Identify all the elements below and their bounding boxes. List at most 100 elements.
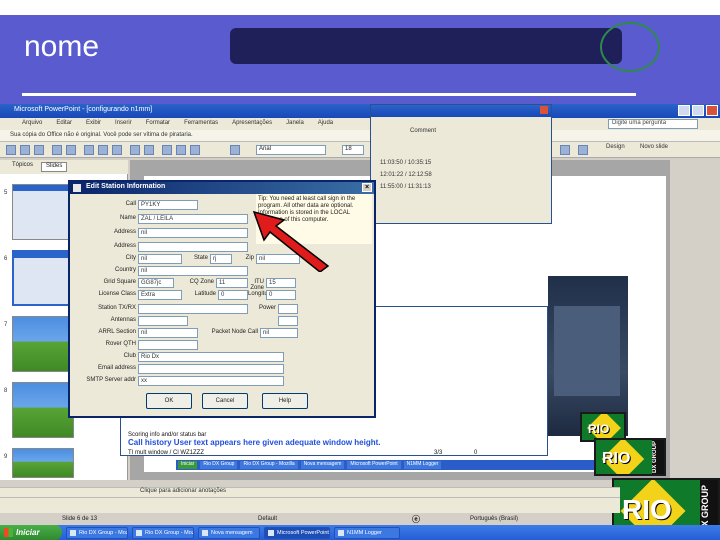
menu-item-ferramentas[interactable]: Ferramentas	[184, 120, 218, 128]
call-field[interactable]: PY1KY	[138, 200, 198, 210]
copy-icon[interactable]	[98, 145, 108, 155]
photo-inner	[554, 306, 620, 396]
taskbar-item[interactable]: N1MM Logger	[334, 526, 400, 539]
cq-zone-field[interactable]: 11	[216, 278, 248, 288]
inner-task-item: N1MM Logger	[403, 461, 442, 469]
license-class-label: License Class	[98, 291, 136, 297]
design-button[interactable]: Design	[606, 144, 625, 150]
rover-qth-field[interactable]	[138, 340, 198, 350]
slide-thumbnail[interactable]	[12, 382, 74, 438]
open-icon[interactable]	[20, 145, 30, 155]
antennas-field[interactable]	[138, 316, 188, 326]
zoom-icon[interactable]	[190, 145, 200, 155]
logo-word: RIO	[622, 494, 672, 525]
paste-icon[interactable]	[112, 145, 122, 155]
menu-item-apresentacoes[interactable]: Apresentações	[232, 120, 272, 128]
ppt-titlebar: Microsoft PowerPoint - [configurando n1m…	[0, 104, 720, 118]
chart-icon[interactable]	[162, 145, 172, 155]
cut-icon[interactable]	[84, 145, 94, 155]
new-slide-button[interactable]: Novo slide	[640, 144, 668, 150]
close-icon[interactable]	[540, 106, 548, 114]
menu-item-inserir[interactable]: Inserir	[115, 120, 132, 128]
windows-taskbar: Iniciar Rio DX Group - Mozilla Rio DX Gr…	[0, 525, 720, 540]
country-field[interactable]: nil	[138, 266, 248, 276]
tab-outline[interactable]: Tópicos	[8, 162, 37, 172]
menu-item-editar[interactable]: Editar	[56, 120, 72, 128]
font-size-select[interactable]: 18	[342, 145, 364, 155]
tab-slides[interactable]: Slides	[41, 162, 68, 172]
arrow-shape	[252, 210, 330, 272]
taskbar-item[interactable]: Nova mensagem	[198, 526, 260, 539]
power-extra-field[interactable]	[278, 316, 298, 326]
logo-side-text: DX GROUP	[652, 440, 664, 474]
close-icon[interactable]: ×	[362, 183, 372, 192]
station-field[interactable]	[138, 304, 248, 314]
slide-thumbnail[interactable]	[12, 184, 74, 240]
ppt-window-title: Microsoft PowerPoint - [configurando n1m…	[14, 106, 153, 113]
title-top-rule	[0, 13, 720, 15]
help-icon[interactable]	[230, 145, 240, 155]
comment-label: Comment	[410, 128, 437, 134]
address1-field[interactable]: nil	[138, 228, 248, 238]
notes-placeholder[interactable]: Clique para adicionar anotações	[140, 488, 226, 494]
station-label: Station TX/RX	[98, 305, 136, 311]
start-button[interactable]: Iniciar	[0, 525, 62, 540]
menu-item-arquivo[interactable]: Arquivo	[22, 120, 42, 128]
cancel-button[interactable]: Cancel	[202, 393, 248, 409]
print-icon[interactable]	[52, 145, 62, 155]
background-window-titlebar	[371, 105, 551, 117]
logo-word: RIO	[588, 422, 610, 436]
arrl-section-field[interactable]: nil	[138, 328, 198, 338]
power-field[interactable]	[278, 304, 298, 314]
table-icon[interactable]	[176, 145, 186, 155]
save-icon[interactable]	[34, 145, 44, 155]
email-field[interactable]	[138, 364, 284, 374]
thumb-number: 5	[4, 190, 8, 196]
green-circle-shape	[600, 22, 660, 72]
taskbar-item[interactable]: Rio DX Group - Mozilla	[66, 526, 128, 539]
inner-task-item: Microsoft PowerPoint	[347, 461, 401, 469]
smtp-field[interactable]: xx	[138, 376, 284, 386]
longitude-field[interactable]: 0	[266, 290, 296, 300]
preview-icon[interactable]	[66, 145, 76, 155]
slide-thumbnail[interactable]	[12, 448, 74, 478]
status-slide-count: Slide 6 de 13	[62, 516, 98, 522]
club-field[interactable]: Rio Dx	[138, 352, 284, 362]
menu-item-ajuda[interactable]: Ajuda	[318, 120, 333, 128]
itu-zone-field[interactable]: 15	[266, 278, 296, 288]
format-icon[interactable]	[578, 145, 588, 155]
call-history-text: Call history User text appears here give…	[128, 438, 381, 447]
state-field[interactable]: rj	[210, 254, 232, 264]
name-field[interactable]: ZAL / LEILA	[138, 214, 248, 224]
redo-icon[interactable]	[144, 145, 154, 155]
help-button[interactable]: Help	[262, 393, 308, 409]
drawing-toolbar	[0, 497, 620, 513]
license-class-field[interactable]: Extra	[138, 290, 182, 300]
logo-word: RIO	[602, 450, 631, 467]
menu-item-exibir[interactable]: Exibir	[86, 120, 101, 128]
cq-zone-label: CQ Zone	[189, 279, 214, 285]
taskbar-item-active[interactable]: Microsoft PowerPoint...	[264, 526, 330, 539]
ok-button[interactable]: OK	[146, 393, 192, 409]
log-row: 11:55:00 / 11:31:13	[380, 184, 431, 190]
dialog-title: Edit Station Information	[86, 183, 166, 190]
undo-icon[interactable]	[130, 145, 140, 155]
minimize-icon[interactable]	[678, 105, 690, 116]
slide-thumbnail[interactable]	[12, 316, 74, 372]
maximize-icon[interactable]	[692, 105, 704, 116]
slide-thumbnail-selected[interactable]	[12, 250, 74, 306]
menu-item-janela[interactable]: Janela	[286, 120, 304, 128]
shadow-icon[interactable]	[560, 145, 570, 155]
help-search-input[interactable]: Digite uma pergunta	[608, 119, 698, 129]
address2-field[interactable]	[138, 242, 248, 252]
grid-square-field[interactable]: GG87jc	[138, 278, 174, 288]
close-icon[interactable]	[706, 105, 718, 116]
taskbar-item[interactable]: Rio DX Group - Mozi...	[132, 526, 194, 539]
inner-start-button: Iniciar	[178, 461, 198, 469]
menu-item-formatar[interactable]: Formatar	[146, 120, 170, 128]
city-field[interactable]: nil	[138, 254, 182, 264]
font-name-select[interactable]: Arial	[256, 145, 326, 155]
new-icon[interactable]	[6, 145, 16, 155]
packet-node-field[interactable]: nil	[260, 328, 298, 338]
latitude-field[interactable]: 0	[218, 290, 248, 300]
